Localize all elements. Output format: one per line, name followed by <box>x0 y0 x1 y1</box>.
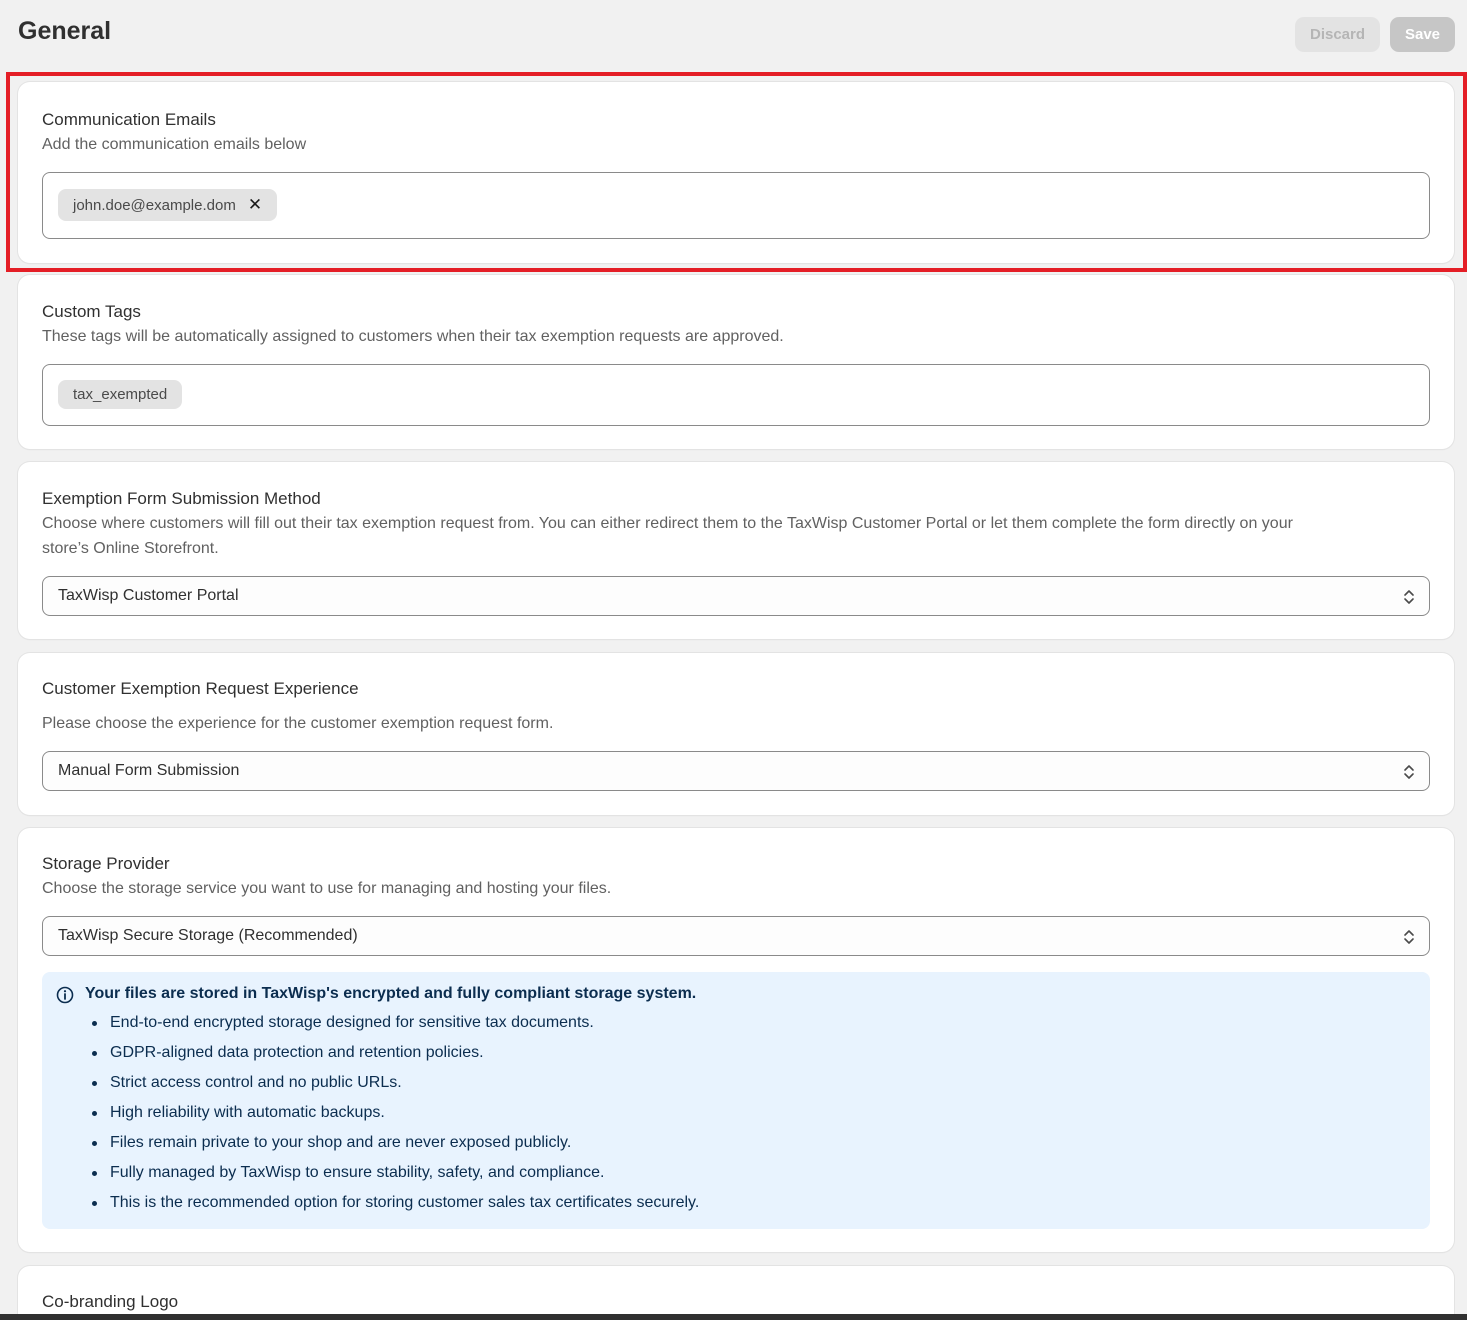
storage-info-list: End-to-end encrypted storage designed fo… <box>92 1012 699 1222</box>
request-experience-title: Customer Exemption Request Experience <box>42 679 359 698</box>
storage-provider-value: TaxWisp Secure Storage (Recommended) <box>58 927 358 944</box>
list-item: GDPR-aligned data protection and retenti… <box>92 1042 699 1072</box>
submission-method-subtitle-line1: Choose where customers will fill out the… <box>42 515 1293 532</box>
submission-method-value: TaxWisp Customer Portal <box>58 587 239 604</box>
submission-method-card: Exemption Form Submission Method Choose … <box>18 462 1454 639</box>
highlight-box <box>6 72 1467 272</box>
tag-chip: tax_exempted <box>58 380 183 409</box>
chevron-up-down-icon <box>1404 590 1414 604</box>
discard-button[interactable]: Discard <box>1295 17 1380 52</box>
chevron-up-down-icon <box>1404 765 1414 779</box>
submission-method-subtitle-line2: store’s Online Storefront. <box>42 540 219 557</box>
list-item: Strict access control and no public URLs… <box>92 1072 699 1102</box>
list-item: This is the recommended option for stori… <box>92 1192 699 1222</box>
list-item: Fully managed by TaxWisp to ensure stabi… <box>92 1162 699 1192</box>
submission-method-select[interactable]: TaxWisp Customer Portal <box>42 576 1430 616</box>
request-experience-select[interactable]: Manual Form Submission <box>42 751 1430 791</box>
save-button[interactable]: Save <box>1390 17 1455 52</box>
info-icon <box>56 986 74 1004</box>
page-header: General Discard Save <box>0 0 1467 70</box>
custom-tags-card: Custom Tags These tags will be automatic… <box>18 275 1454 449</box>
storage-provider-subtitle: Choose the storage service you want to u… <box>42 880 612 897</box>
tag-chip-label: tax_exempted <box>73 386 168 403</box>
submission-method-title: Exemption Form Submission Method <box>42 489 321 508</box>
storage-provider-title: Storage Provider <box>42 854 170 873</box>
storage-provider-select[interactable]: TaxWisp Secure Storage (Recommended) <box>42 916 1430 956</box>
request-experience-subtitle: Please choose the experience for the cus… <box>42 715 554 732</box>
bottom-bar <box>0 1314 1467 1320</box>
list-item: End-to-end encrypted storage designed fo… <box>92 1012 699 1042</box>
custom-tags-subtitle: These tags will be automatically assigne… <box>42 328 784 345</box>
page-title: General <box>18 17 112 45</box>
storage-provider-card: Storage Provider Choose the storage serv… <box>18 828 1454 1252</box>
chevron-up-down-icon <box>1404 930 1414 944</box>
co-branding-title: Co-branding Logo <box>42 1292 179 1311</box>
list-item: Files remain private to your shop and ar… <box>92 1132 699 1162</box>
co-branding-card: Co-branding Logo <box>18 1266 1454 1320</box>
request-experience-value: Manual Form Submission <box>58 762 240 779</box>
custom-tags-input[interactable]: tax_exempted <box>42 364 1430 426</box>
custom-tags-title: Custom Tags <box>42 302 141 321</box>
storage-info-banner: Your files are stored in TaxWisp's encry… <box>42 972 1430 1229</box>
list-item: High reliability with automatic backups. <box>92 1102 699 1132</box>
request-experience-card: Customer Exemption Request Experience Pl… <box>18 653 1454 815</box>
storage-info-title: Your files are stored in TaxWisp's encry… <box>85 985 697 1002</box>
